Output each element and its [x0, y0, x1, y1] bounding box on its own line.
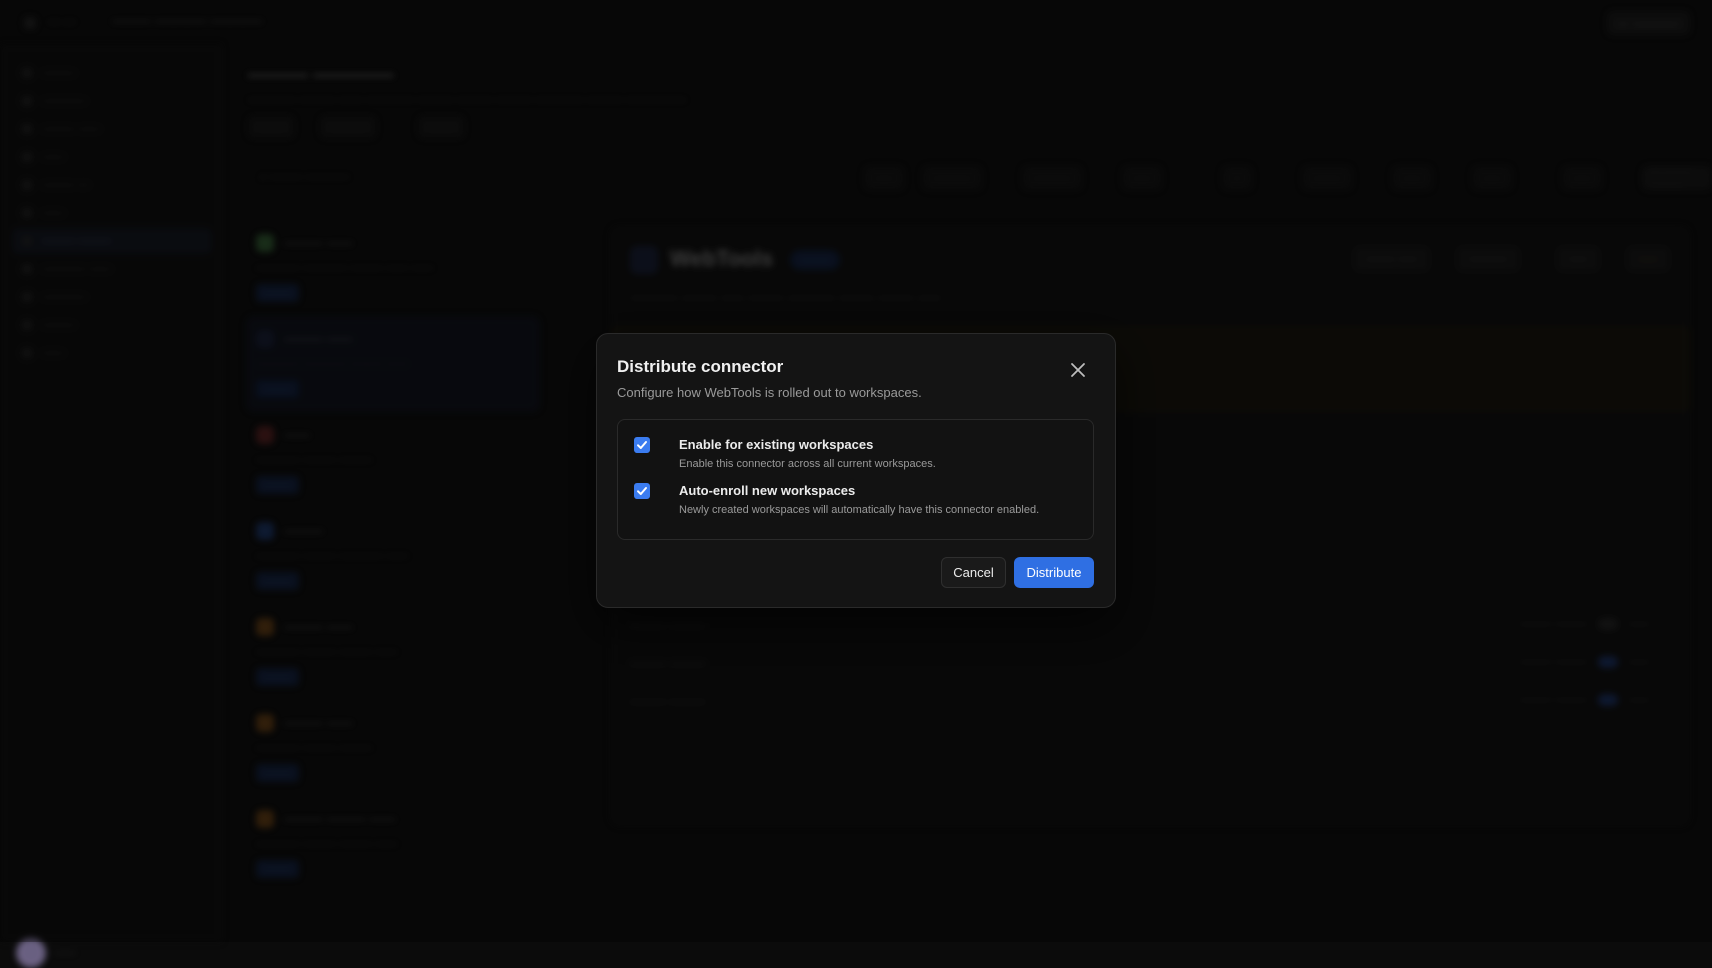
checkmark-icon	[636, 485, 648, 497]
option-description: Newly created workspaces will automatica…	[679, 504, 1039, 516]
distribute-connector-dialog: Distribute connector Configure how WebTo…	[596, 333, 1116, 608]
option-existing-workspaces[interactable]: Enable for existing workspaces Enable th…	[634, 436, 1074, 476]
option-label: Auto-enroll new workspaces	[679, 483, 855, 498]
enable-existing-checkbox[interactable]	[634, 437, 650, 453]
option-description: Enable this connector across all current…	[679, 458, 936, 470]
avatar-label: ——	[54, 947, 76, 959]
checkmark-icon	[636, 439, 648, 451]
distribute-button[interactable]: Distribute	[1014, 557, 1094, 588]
auto-enroll-checkbox[interactable]	[634, 483, 650, 499]
options-box: Enable for existing workspaces Enable th…	[617, 419, 1094, 540]
option-new-workspaces[interactable]: Auto-enroll new workspaces Newly created…	[634, 482, 1074, 522]
avatar[interactable]	[16, 938, 46, 968]
dialog-title: Distribute connector	[617, 357, 783, 377]
cancel-button[interactable]: Cancel	[941, 557, 1006, 588]
close-icon	[1069, 361, 1087, 379]
close-button[interactable]	[1066, 358, 1090, 382]
dialog-subtitle: Configure how WebTools is rolled out to …	[617, 385, 922, 400]
option-label: Enable for existing workspaces	[679, 437, 873, 452]
